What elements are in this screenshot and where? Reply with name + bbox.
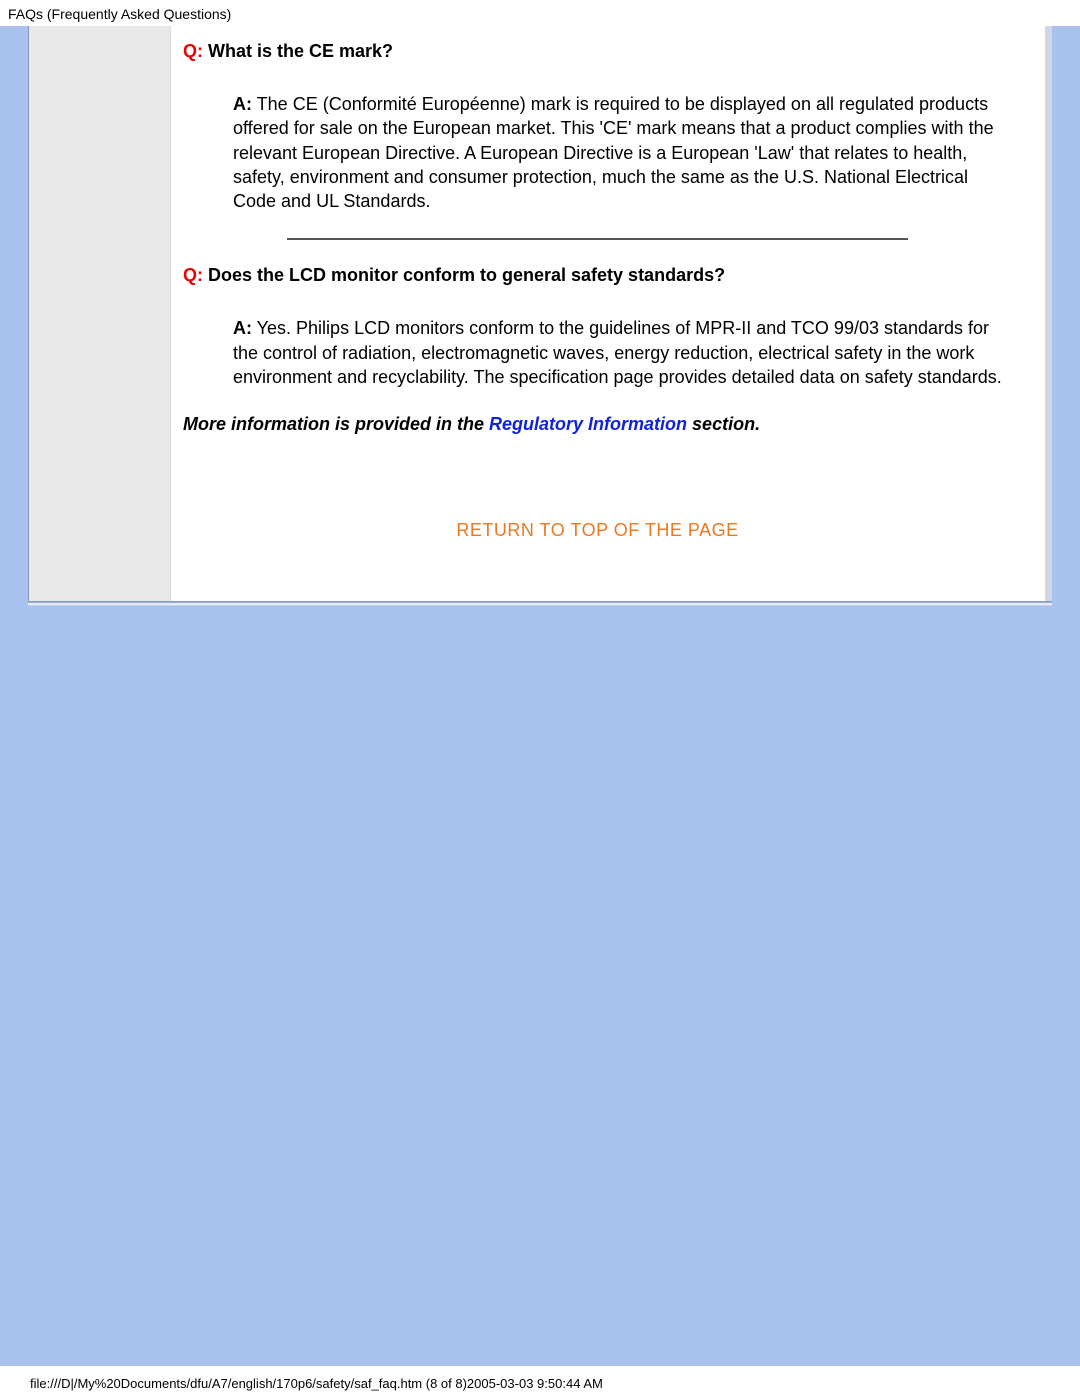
- footer-path: file:///D|/My%20Documents/dfu/A7/english…: [0, 1370, 1080, 1397]
- question-text: Does the LCD monitor conform to general …: [203, 265, 725, 285]
- return-to-top-link[interactable]: RETURN TO TOP OF THE PAGE: [456, 520, 738, 540]
- question-text: What is the CE mark?: [203, 41, 393, 61]
- answer-text: Yes. Philips LCD monitors conform to the…: [233, 318, 1002, 387]
- faq-answer: A: The CE (Conformité Européenne) mark i…: [183, 92, 1012, 213]
- main-content: Q: What is the CE mark? A: The CE (Confo…: [170, 26, 1052, 601]
- return-link-wrapper: RETURN TO TOP OF THE PAGE: [183, 520, 1012, 541]
- faq-item: Q: What is the CE mark? A: The CE (Confo…: [183, 41, 1012, 213]
- a-prefix: A:: [233, 94, 252, 114]
- more-info-line: More information is provided in the Regu…: [183, 414, 1012, 435]
- regulatory-information-link[interactable]: Regulatory Information: [489, 414, 687, 434]
- answer-text: The CE (Conformité Européenne) mark is r…: [233, 94, 994, 211]
- page-header-title: FAQs (Frequently Asked Questions): [0, 0, 1080, 26]
- page-background: Q: What is the CE mark? A: The CE (Confo…: [0, 26, 1080, 1366]
- frame-separator: [28, 602, 1052, 606]
- q-prefix: Q:: [183, 265, 203, 285]
- sidebar: [29, 26, 170, 601]
- section-divider: [287, 238, 909, 240]
- more-info-suffix: section.: [687, 414, 760, 434]
- a-prefix: A:: [233, 318, 252, 338]
- q-prefix: Q:: [183, 41, 203, 61]
- faq-item: Q: Does the LCD monitor conform to gener…: [183, 265, 1012, 389]
- content-frame: Q: What is the CE mark? A: The CE (Confo…: [28, 26, 1052, 602]
- faq-question: Q: What is the CE mark?: [183, 41, 1012, 62]
- faq-question: Q: Does the LCD monitor conform to gener…: [183, 265, 1012, 286]
- scrollbar[interactable]: [1045, 26, 1052, 601]
- more-info-prefix: More information is provided in the: [183, 414, 489, 434]
- faq-answer: A: Yes. Philips LCD monitors conform to …: [183, 316, 1012, 389]
